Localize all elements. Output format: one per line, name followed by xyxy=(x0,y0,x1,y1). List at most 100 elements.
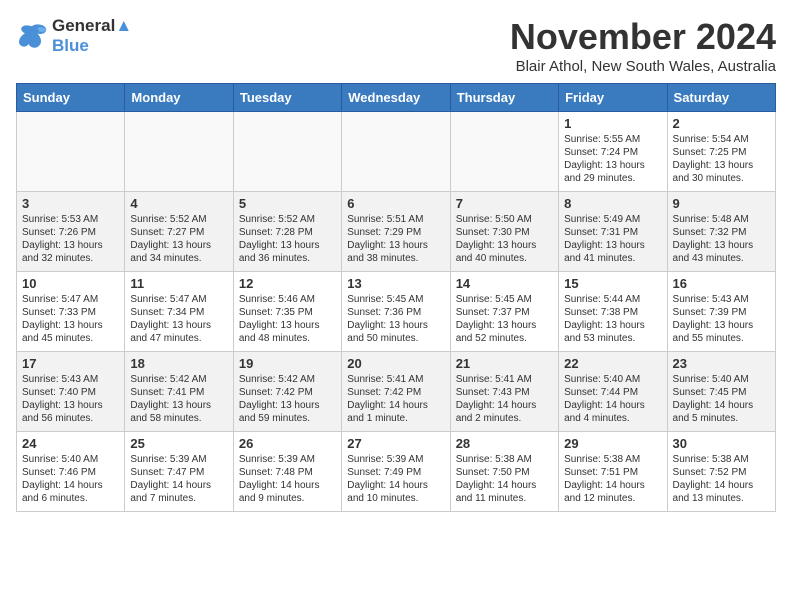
day-number: 24 xyxy=(22,436,119,451)
header: General▲ Blue November 2024 Blair Athol,… xyxy=(16,16,776,75)
day-info: Daylight: 13 hours and 38 minutes. xyxy=(347,239,444,265)
day-number: 16 xyxy=(673,276,770,291)
day-info: Sunset: 7:39 PM xyxy=(673,306,770,319)
day-info: Sunrise: 5:45 AM xyxy=(456,293,553,306)
header-day-monday: Monday xyxy=(125,84,233,112)
calendar-week-2: 3 Sunrise: 5:53 AMSunset: 7:26 PM Daylight… xyxy=(17,192,776,272)
day-number: 7 xyxy=(456,196,553,211)
calendar-cell: 23Sunrise: 5:40 AMSunset: 7:45 PMDayligh… xyxy=(667,352,775,432)
day-info: Sunrise: 5:38 AM xyxy=(564,453,661,466)
day-info: Sunrise: 5:53 AM xyxy=(22,213,119,226)
month-title: November 2024 xyxy=(510,16,776,58)
day-info: Sunset: 7:24 PM xyxy=(564,146,661,159)
header-day-sunday: Sunday xyxy=(17,84,125,112)
day-info: Sunset: 7:30 PM xyxy=(456,226,553,239)
calendar-cell xyxy=(17,112,125,192)
day-number: 12 xyxy=(239,276,336,291)
day-info: Sunrise: 5:52 AM xyxy=(130,213,227,226)
day-number: 14 xyxy=(456,276,553,291)
day-info: Sunset: 7:45 PM xyxy=(673,386,770,399)
calendar-cell: 8Sunrise: 5:49 AMSunset: 7:31 PMDaylight… xyxy=(559,192,667,272)
day-info: Daylight: 14 hours and 13 minutes. xyxy=(673,479,770,505)
day-info: Sunrise: 5:40 AM xyxy=(673,373,770,386)
day-info: Daylight: 14 hours and 9 minutes. xyxy=(239,479,336,505)
day-info: Daylight: 13 hours and 48 minutes. xyxy=(239,319,336,345)
logo-text: General▲ Blue xyxy=(52,16,132,57)
day-info: Sunset: 7:43 PM xyxy=(456,386,553,399)
day-info: Sunset: 7:31 PM xyxy=(564,226,661,239)
day-info: Daylight: 13 hours and 43 minutes. xyxy=(673,239,770,265)
day-number: 20 xyxy=(347,356,444,371)
day-info: Daylight: 14 hours and 7 minutes. xyxy=(130,479,227,505)
day-info: Sunset: 7:36 PM xyxy=(347,306,444,319)
day-info: Sunset: 7:26 PM xyxy=(22,226,119,239)
calendar-cell: 4Sunrise: 5:52 AMSunset: 7:27 PMDaylight… xyxy=(125,192,233,272)
day-info: Daylight: 13 hours and 34 minutes. xyxy=(130,239,227,265)
logo-icon xyxy=(16,22,48,50)
day-info: Sunset: 7:42 PM xyxy=(347,386,444,399)
day-info: Sunrise: 5:54 AM xyxy=(673,133,770,146)
day-number: 10 xyxy=(22,276,119,291)
calendar-cell: 24Sunrise: 5:40 AMSunset: 7:46 PMDayligh… xyxy=(17,432,125,512)
day-info: Daylight: 14 hours and 12 minutes. xyxy=(564,479,661,505)
calendar-cell: 3Sunrise: 5:53 AMSunset: 7:26 PMDaylight… xyxy=(17,192,125,272)
day-info: Sunset: 7:49 PM xyxy=(347,466,444,479)
day-info: Daylight: 13 hours and 52 minutes. xyxy=(456,319,553,345)
day-info: Daylight: 13 hours and 58 minutes. xyxy=(130,399,227,425)
day-number: 3 xyxy=(22,196,119,211)
day-info: Sunset: 7:42 PM xyxy=(239,386,336,399)
day-info: Sunset: 7:52 PM xyxy=(673,466,770,479)
day-info: Sunrise: 5:42 AM xyxy=(239,373,336,386)
calendar-cell: 20Sunrise: 5:41 AMSunset: 7:42 PMDayligh… xyxy=(342,352,450,432)
calendar-cell: 17Sunrise: 5:43 AMSunset: 7:40 PMDayligh… xyxy=(17,352,125,432)
calendar-cell: 27Sunrise: 5:39 AMSunset: 7:49 PMDayligh… xyxy=(342,432,450,512)
calendar-cell: 28Sunrise: 5:38 AMSunset: 7:50 PMDayligh… xyxy=(450,432,558,512)
day-number: 29 xyxy=(564,436,661,451)
calendar-cell xyxy=(342,112,450,192)
day-info: Sunset: 7:34 PM xyxy=(130,306,227,319)
day-number: 1 xyxy=(564,116,661,131)
header-row: SundayMondayTuesdayWednesdayThursdayFrid… xyxy=(17,84,776,112)
calendar-cell: 11Sunrise: 5:47 AMSunset: 7:34 PMDayligh… xyxy=(125,272,233,352)
day-info: Daylight: 14 hours and 5 minutes. xyxy=(673,399,770,425)
calendar-week-3: 10 Sunrise: 5:47 AMSunset: 7:33 PM Dayligh… xyxy=(17,272,776,352)
day-info: Sunset: 7:33 PM xyxy=(22,306,119,319)
day-info: Sunset: 7:41 PM xyxy=(130,386,227,399)
day-number: 28 xyxy=(456,436,553,451)
day-info: Sunset: 7:47 PM xyxy=(130,466,227,479)
day-info: Daylight: 13 hours and 53 minutes. xyxy=(564,319,661,345)
day-number: 6 xyxy=(347,196,444,211)
day-info: Sunrise: 5:42 AM xyxy=(130,373,227,386)
day-number: 18 xyxy=(130,356,227,371)
day-info: Daylight: 13 hours and 59 minutes. xyxy=(239,399,336,425)
day-info: Daylight: 13 hours and 47 minutes. xyxy=(130,319,227,345)
day-info: Daylight: 14 hours and 11 minutes. xyxy=(456,479,553,505)
day-info: Sunrise: 5:44 AM xyxy=(564,293,661,306)
calendar-cell: 14Sunrise: 5:45 AMSunset: 7:37 PMDayligh… xyxy=(450,272,558,352)
day-info: Sunrise: 5:47 AM xyxy=(22,293,119,306)
day-info: Sunrise: 5:48 AM xyxy=(673,213,770,226)
calendar-cell: 18 Sunrise: 5:42 AMSunset: 7:41 PMDayligh… xyxy=(125,352,233,432)
location-title: Blair Athol, New South Wales, Australia xyxy=(510,58,776,75)
header-day-saturday: Saturday xyxy=(667,84,775,112)
calendar-cell: 13Sunrise: 5:45 AMSunset: 7:36 PMDayligh… xyxy=(342,272,450,352)
day-info: Sunrise: 5:51 AM xyxy=(347,213,444,226)
day-info: Sunrise: 5:43 AM xyxy=(22,373,119,386)
day-number: 27 xyxy=(347,436,444,451)
day-number: 19 xyxy=(239,356,336,371)
day-info: Daylight: 13 hours and 30 minutes. xyxy=(673,159,770,185)
header-day-thursday: Thursday xyxy=(450,84,558,112)
calendar-cell: 21Sunrise: 5:41 AMSunset: 7:43 PMDayligh… xyxy=(450,352,558,432)
calendar-cell: 22Sunrise: 5:40 AMSunset: 7:44 PMDayligh… xyxy=(559,352,667,432)
title-area: November 2024 Blair Athol, New South Wal… xyxy=(510,16,776,75)
day-info: Sunset: 7:46 PM xyxy=(22,466,119,479)
calendar-cell: 16Sunrise: 5:43 AMSunset: 7:39 PMDayligh… xyxy=(667,272,775,352)
day-info: Sunrise: 5:43 AM xyxy=(673,293,770,306)
calendar-cell: 7Sunrise: 5:50 AMSunset: 7:30 PMDaylight… xyxy=(450,192,558,272)
day-info: Sunrise: 5:49 AM xyxy=(564,213,661,226)
day-info: Daylight: 14 hours and 1 minute. xyxy=(347,399,444,425)
day-number: 17 xyxy=(22,356,119,371)
calendar-cell: 9Sunrise: 5:48 AMSunset: 7:32 PMDaylight… xyxy=(667,192,775,272)
day-number: 25 xyxy=(130,436,227,451)
day-info: Daylight: 13 hours and 41 minutes. xyxy=(564,239,661,265)
